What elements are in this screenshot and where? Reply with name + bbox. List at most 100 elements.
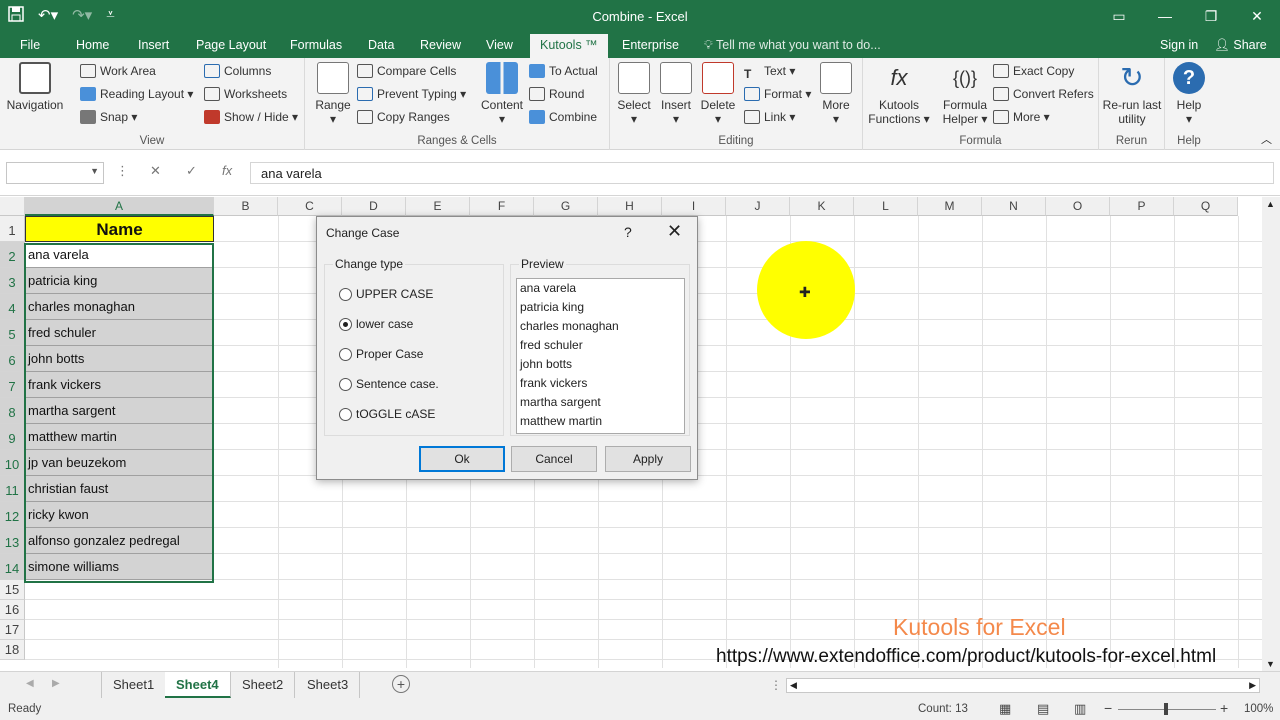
scroll-right-icon[interactable]: ▶	[1249, 680, 1256, 691]
column-header[interactable]: Q	[1174, 197, 1238, 216]
tab-formulas[interactable]: Formulas	[290, 38, 342, 52]
cell-a9[interactable]: matthew martin	[25, 424, 214, 450]
column-header[interactable]: D	[342, 197, 406, 216]
normal-view-icon[interactable]: ▦	[999, 701, 1011, 717]
cell-a8[interactable]: martha sargent	[25, 398, 214, 424]
sheet-tab-sheet1[interactable]: Sheet1	[101, 672, 167, 698]
exact-copy-button[interactable]: Exact Copy	[993, 64, 1074, 78]
cell-a14[interactable]: simone williams	[25, 554, 214, 580]
radio-proper-case[interactable]: Proper Case	[339, 347, 423, 361]
row-header[interactable]: 7	[0, 372, 25, 398]
column-header[interactable]: I	[662, 197, 726, 216]
rerun-button[interactable]: ↻ Re-run last utility	[1101, 62, 1163, 126]
link-button[interactable]: Link ▾	[744, 110, 795, 124]
formula-more-button[interactable]: More ▾	[993, 110, 1050, 124]
cell-a13[interactable]: alfonso gonzalez pedregal	[25, 528, 214, 554]
sheet-tab-sheet3[interactable]: Sheet3	[296, 672, 361, 698]
scroll-up-icon[interactable]: ▲	[1266, 199, 1275, 209]
sheet-prev-icon[interactable]: ◀	[26, 678, 34, 689]
cell-a7[interactable]: frank vickers	[25, 372, 214, 398]
column-header[interactable]: K	[790, 197, 854, 216]
cell-a10[interactable]: jp van beuzekom	[25, 450, 214, 476]
collapse-ribbon-icon[interactable]: ︿	[1261, 131, 1272, 147]
reading-layout-button[interactable]: Reading Layout ▾	[80, 87, 193, 101]
select-all-corner[interactable]	[0, 197, 25, 216]
scroll-down-icon[interactable]: ▼	[1266, 659, 1275, 669]
vertical-scrollbar[interactable]: ▲ ▼	[1262, 197, 1280, 671]
row-header[interactable]: 12	[0, 502, 25, 528]
sheet-next-icon[interactable]: ▶	[52, 678, 60, 689]
row-header[interactable]: 10	[0, 450, 25, 476]
column-header[interactable]: O	[1046, 197, 1110, 216]
cell-a1[interactable]: Name	[25, 216, 214, 242]
cell-a5[interactable]: fred schuler	[25, 320, 214, 346]
column-header[interactable]: A	[25, 197, 214, 216]
column-header[interactable]: P	[1110, 197, 1174, 216]
dialog-close-icon[interactable]: ✕	[667, 221, 682, 242]
cell-a11[interactable]: christian faust	[25, 476, 214, 502]
tab-home[interactable]: Home	[76, 38, 109, 52]
kutools-functions-button[interactable]: fx Kutools Functions ▾	[867, 62, 931, 126]
radio-toggle-case[interactable]: tOGGLE cASE	[339, 407, 435, 421]
scroll-left-icon[interactable]: ◀	[790, 680, 797, 691]
column-header[interactable]: F	[470, 197, 534, 216]
cancel-button[interactable]: Cancel	[511, 446, 597, 472]
row-header[interactable]: 14	[0, 554, 25, 580]
row-header[interactable]: 9	[0, 424, 25, 450]
column-header[interactable]: B	[214, 197, 278, 216]
text-button[interactable]: T Text ▾	[744, 64, 795, 81]
tab-file[interactable]: File	[20, 38, 40, 52]
convert-refers-button[interactable]: Convert Refers	[993, 87, 1094, 101]
cancel-entry-icon[interactable]: ✕	[150, 163, 161, 179]
preview-list[interactable]: ana varela patricia king charles monagha…	[516, 278, 685, 434]
insert-button[interactable]: Insert ▾	[658, 62, 694, 126]
cell-a6[interactable]: john botts	[25, 346, 214, 372]
row-header[interactable]: 11	[0, 476, 25, 502]
cell-a12[interactable]: ricky kwon	[25, 502, 214, 528]
row-header[interactable]: 4	[0, 294, 25, 320]
dialog-help-button[interactable]: ?	[624, 224, 632, 240]
copy-ranges-button[interactable]: Copy Ranges	[357, 110, 450, 124]
columns-button[interactable]: Columns	[204, 64, 271, 78]
add-sheet-icon[interactable]: +	[392, 675, 410, 693]
tab-enterprise[interactable]: Enterprise	[622, 38, 679, 52]
column-header[interactable]: J	[726, 197, 790, 216]
radio-upper-case[interactable]: UPPER CASE	[339, 287, 433, 301]
tab-page-layout[interactable]: Page Layout	[196, 38, 266, 52]
combine-button[interactable]: Combine	[529, 110, 597, 124]
column-header[interactable]: H	[598, 197, 662, 216]
tab-insert[interactable]: Insert	[138, 38, 169, 52]
cell-a2[interactable]: ana varela	[25, 242, 214, 268]
row-header[interactable]: 18	[0, 640, 25, 660]
row-header[interactable]: 15	[0, 580, 25, 600]
apply-button[interactable]: Apply	[605, 446, 691, 472]
radio-sentence-case[interactable]: Sentence case.	[339, 377, 439, 391]
content-button[interactable]: Content ▾	[477, 62, 527, 126]
page-break-view-icon[interactable]: ▥	[1074, 701, 1086, 717]
tab-split-icon[interactable]: ⋮	[770, 678, 782, 692]
navigation-button[interactable]: Navigation	[4, 62, 66, 112]
column-header[interactable]: N	[982, 197, 1046, 216]
row-header[interactable]: 17	[0, 620, 25, 640]
prevent-typing-button[interactable]: Prevent Typing ▾	[357, 87, 466, 101]
ok-button[interactable]: Ok	[419, 446, 505, 472]
editing-more-button[interactable]: More ▾	[818, 62, 854, 126]
sheet-tab-sheet2[interactable]: Sheet2	[231, 672, 296, 698]
round-button[interactable]: Round	[529, 87, 584, 101]
column-header[interactable]: L	[854, 197, 918, 216]
help-button[interactable]: ? Help ▾	[1169, 62, 1209, 126]
restore-button[interactable]: ❐	[1188, 0, 1234, 32]
work-area-button[interactable]: Work Area	[80, 64, 156, 78]
column-header[interactable]: C	[278, 197, 342, 216]
sign-in-link[interactable]: Sign in	[1160, 38, 1198, 52]
tab-data[interactable]: Data	[368, 38, 394, 52]
row-header[interactable]: 16	[0, 600, 25, 620]
row-header[interactable]: 5	[0, 320, 25, 346]
row-header[interactable]: 8	[0, 398, 25, 424]
confirm-entry-icon[interactable]: ✓	[186, 163, 197, 179]
range-button[interactable]: Range ▾	[313, 62, 353, 126]
zoom-out-icon[interactable]: −	[1104, 700, 1112, 716]
delete-button[interactable]: Delete ▾	[700, 62, 736, 126]
column-header[interactable]: M	[918, 197, 982, 216]
page-layout-view-icon[interactable]: ▤	[1037, 701, 1049, 717]
